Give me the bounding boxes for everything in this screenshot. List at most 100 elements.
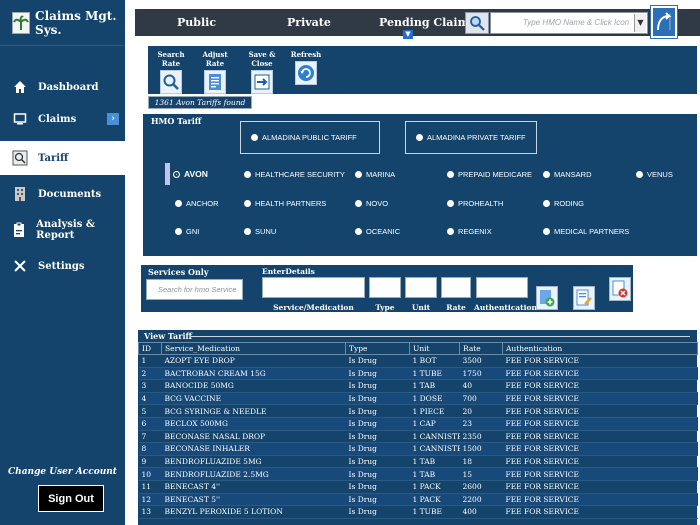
table-row[interactable]: 9 BENDROFLUAZIDE 5MG Is Drug 1 TAB 18 FEE FOR… <box>138 455 698 469</box>
table-row[interactable]: 4 BCG VACCINE Is Drug 1 DOSE 700 FEE FOR SERV… <box>138 392 698 406</box>
cell-unit: 1 TUBE <box>409 367 460 381</box>
type-field[interactable] <box>369 277 401 298</box>
delete-button[interactable]: Delete <box>606 266 634 301</box>
radio-icon <box>175 200 182 207</box>
sidebar-item-tariff[interactable]: Tariff <box>0 141 125 175</box>
services-only-label: Services Only <box>148 267 209 277</box>
table-row[interactable]: 12 BENECAST 5'' Is Drug 1 PACK 2200 FEE FOR S… <box>138 493 698 507</box>
cell-unit: 1 TAB <box>409 467 460 481</box>
radio-icon <box>355 200 362 207</box>
column-header-unit[interactable]: Unit <box>409 342 460 355</box>
column-header-service[interactable]: Service_Medication <box>161 342 346 355</box>
hmo-option-label: NOVO <box>366 199 389 208</box>
search-rate-button[interactable]: Search Rate <box>152 50 190 94</box>
add-document-icon <box>536 286 558 310</box>
hmo-option-prohealth[interactable]: PROHEALTH <box>447 199 503 208</box>
tariff-toolbar: Search Rate Adjust Rate Save & Close Ref… <box>148 46 697 94</box>
public-tariff-option[interactable]: ALMADINA PUBLIC TARIFF <box>240 121 380 154</box>
column-header-type[interactable]: Type <box>345 342 410 355</box>
cell-authentication: FEE FOR SERVICE <box>502 442 698 456</box>
sidebar-item-settings[interactable]: Settings <box>0 249 125 283</box>
table-row[interactable]: 6 BECLOX 500MG Is Drug 1 CAP 23 FEE FOR SERVI… <box>138 417 698 431</box>
cell-type: Is Drug <box>345 505 410 519</box>
hmo-option-prepaid-medicare[interactable]: PREPAID MEDICARE <box>447 170 532 179</box>
table-row[interactable]: 5 BCG SYRINGE & NEEDLE Is Drug 1 PIECE 20 FEE… <box>138 404 698 418</box>
refresh-button[interactable]: Refresh <box>289 50 323 85</box>
cell-authentication: FEE FOR SERVICE <box>502 480 698 494</box>
radio-icon <box>244 171 251 178</box>
hmo-option-mansard[interactable]: MANSARD <box>543 170 592 179</box>
column-header-id[interactable]: ID <box>138 342 162 355</box>
authentication-label: Authentication <box>474 303 537 312</box>
refresh-user-button[interactable] <box>650 5 678 39</box>
table-row[interactable]: 8 BECONASE INHALER Is Drug 1 CANNISTE 1500 FE… <box>138 442 698 456</box>
cell-id: 6 <box>138 417 162 431</box>
tab-pending-claims[interactable]: Pending Claims <box>379 9 475 36</box>
cell-rate: 23 <box>459 417 503 431</box>
save-close-button[interactable]: Save & Close <box>240 50 284 94</box>
legend-divider <box>190 336 690 337</box>
authentication-field[interactable] <box>476 277 528 298</box>
cell-unit: 1 PIECE <box>409 404 460 418</box>
column-header-authentication[interactable]: Authentication <box>502 342 698 355</box>
dropdown-caret-icon[interactable]: ▼ <box>634 14 646 32</box>
adjust-rate-button[interactable]: Adjust Rate <box>195 50 235 94</box>
hmo-option-novo[interactable]: NOVO <box>355 199 388 208</box>
cell-type: Is Drug <box>345 430 410 444</box>
table-row[interactable]: 1 AZOPT EYE DROP Is Drug 1 BOT 3500 FEE FOR S… <box>138 354 698 368</box>
private-tariff-option[interactable]: ALMADINA PRIVATE TARIFF <box>405 121 537 154</box>
add-new-button[interactable]: Add new <box>532 266 562 310</box>
cell-service: BCG VACCINE <box>161 392 346 406</box>
cell-type: Is Drug <box>345 467 410 481</box>
hmo-option-regenix[interactable]: REGENIX <box>447 227 492 236</box>
hmo-option-label: REGENIX <box>458 227 492 236</box>
hmo-option-anchor[interactable]: ANCHOR <box>175 199 219 208</box>
arrow-down-icon[interactable]: ▼ <box>403 30 413 39</box>
hmo-option-sunu[interactable]: SUNU <box>244 227 276 236</box>
swap-icon <box>657 12 672 31</box>
cell-authentication: FEE FOR SERVICE <box>502 505 698 519</box>
change-user-link[interactable]: Change User Account <box>0 467 125 477</box>
cell-type: Is Drug <box>345 379 410 393</box>
hmo-option-gni[interactable]: GNI <box>175 227 199 236</box>
cell-service: BECONASE INHALER <box>161 442 346 456</box>
update-rate-button[interactable]: Update Rate <box>564 266 604 310</box>
hmo-option-oceanic[interactable]: OCEANIC <box>355 227 400 236</box>
hmo-option-venus[interactable]: VENUS <box>636 170 673 179</box>
sidebar-item-dashboard[interactable]: Dashboard <box>0 70 125 104</box>
hmo-option-label: MANSARD <box>554 170 592 179</box>
rate-field[interactable] <box>441 277 471 298</box>
column-header-rate[interactable]: Rate <box>459 342 503 355</box>
sidebar-item-claims[interactable]: Claims › <box>0 102 125 136</box>
tab-private[interactable]: Private <box>287 9 331 36</box>
cell-service: BANOCIDE 50MG <box>161 379 346 393</box>
hmo-option-health-partners[interactable]: HEALTH PARTNERS <box>244 199 326 208</box>
chevron-right-icon[interactable]: › <box>107 113 119 125</box>
table-row[interactable]: 10 BENDROFLUAZIDE 2.5MG Is Drug 1 TAB 15 FEE … <box>138 467 698 481</box>
table-row[interactable]: 11 BENECAST 4'' Is Drug 1 PACK 2600 FEE FOR S… <box>138 480 698 494</box>
sign-out-button[interactable]: Sign Out <box>38 485 104 512</box>
hmo-option-marina[interactable]: MARINA <box>355 170 395 179</box>
table-row[interactable]: 3 BANOCIDE 50MG Is Drug 1 TAB 40 FEE FOR SERV… <box>138 379 698 393</box>
sidebar-item-analysis[interactable]: Analysis & Report <box>0 213 125 247</box>
cell-id: 12 <box>138 493 162 507</box>
hmo-search-input[interactable]: Type HMO Name & Click Icon <box>490 12 648 34</box>
cell-id: 8 <box>138 442 162 456</box>
sidebar-item-label: Claims <box>38 113 77 125</box>
hmo-option-healthcare-security[interactable]: HEALTHCARE SECURITY <box>244 170 345 179</box>
hmo-option-medical-partners[interactable]: MEDICAL PARTNERS <box>543 227 629 236</box>
sidebar-item-documents[interactable]: Documents <box>0 177 125 211</box>
hmo-option-avon[interactable]: AVON <box>173 169 208 179</box>
table-row[interactable]: 7 BECONASE NASAL DROP Is Drug 1 CANNISTE 235… <box>138 430 698 444</box>
search-hmo-button[interactable] <box>465 12 489 34</box>
unit-field[interactable] <box>405 277 437 298</box>
table-row[interactable]: 13 BENZYL PEROXIDE 5 LOTION Is Drug 1 TUBE 4… <box>138 505 698 519</box>
service-medication-field[interactable] <box>262 277 365 298</box>
delete-document-icon <box>609 277 631 301</box>
radio-icon <box>543 171 550 178</box>
tab-public[interactable]: Public <box>177 9 216 36</box>
table-row[interactable]: 2 BACTROBAN CREAM 15G Is Drug 1 TUBE 1750 FEE… <box>138 367 698 381</box>
service-search-input[interactable]: Search for hmo Service <box>146 279 243 300</box>
hmo-option-roding[interactable]: RODING <box>543 199 584 208</box>
cell-service: BENECAST 4'' <box>161 480 346 494</box>
